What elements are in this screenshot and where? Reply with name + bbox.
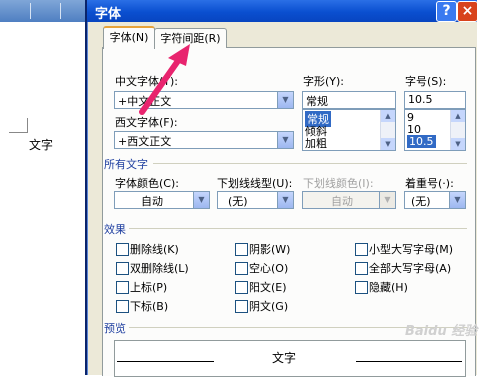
annotation-arrow-icon — [139, 44, 190, 115]
tab-font[interactable]: 字体(N) — [103, 26, 155, 49]
watermark: Baidu 经验 — [405, 324, 478, 339]
